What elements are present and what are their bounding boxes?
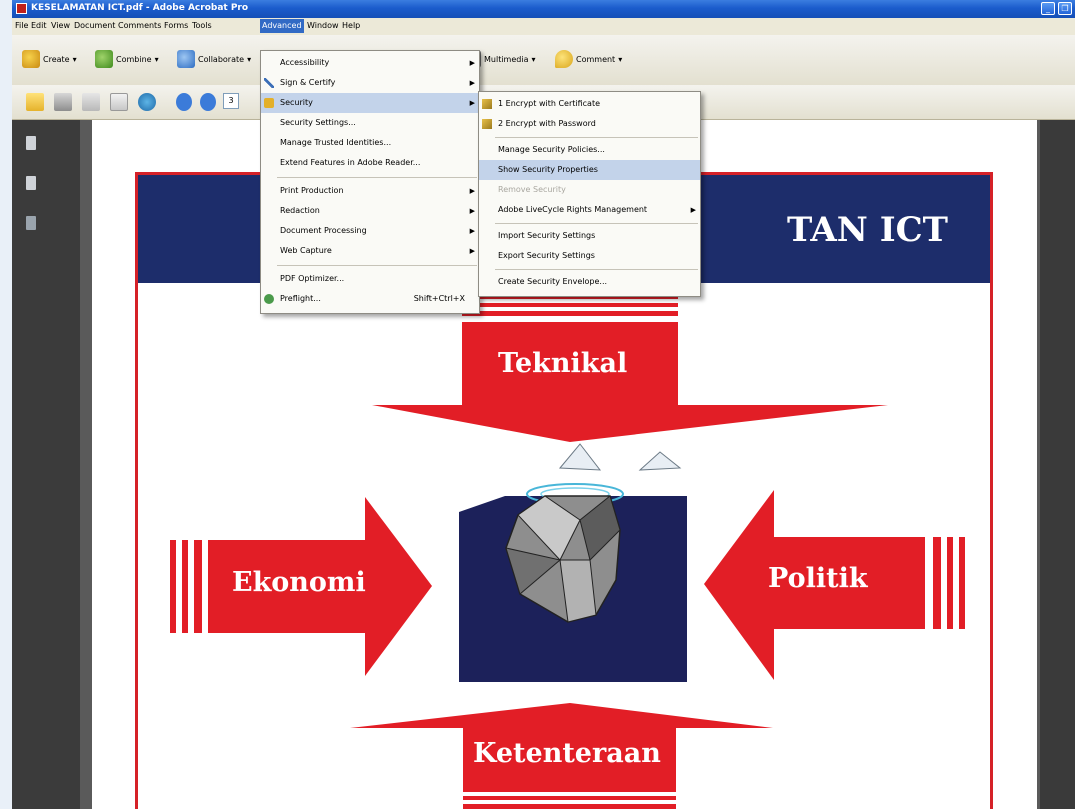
menu-item-label: Adobe LiveCycle Rights Management (498, 205, 648, 214)
menu-item-label: 2 Encrypt with Password (498, 119, 596, 128)
submenu-arrow-icon: ▶ (469, 99, 475, 107)
submenu-arrow-icon: ▶ (469, 59, 475, 67)
menu-item-label: Print Production (280, 186, 344, 195)
label-teknikal: Teknikal (498, 348, 628, 379)
menu-item-extend-features[interactable]: Extend Features in Adobe Reader... (261, 153, 479, 173)
menu-item-livecycle-rights[interactable]: Adobe LiveCycle Rights Management ▶ (479, 200, 700, 220)
menu-item-security[interactable]: Security ▶ (261, 93, 479, 113)
menu-item-label: 1 Encrypt with Certificate (498, 99, 601, 108)
menu-item-create-security-envelope[interactable]: Create Security Envelope... (479, 272, 700, 292)
label-ketenteraan: Ketenteraan (473, 738, 661, 769)
preflight-icon (264, 294, 274, 304)
menu-item-redaction[interactable]: Redaction ▶ (261, 201, 479, 221)
menu-separator (495, 223, 698, 224)
submenu-arrow-icon: ▶ (469, 247, 475, 255)
menu-item-label: Preflight... (280, 294, 321, 303)
submenu-arrow-icon: ▶ (690, 206, 696, 214)
top-arrow-teknikal (372, 295, 888, 442)
menu-item-pdf-optimizer[interactable]: PDF Optimizer... (261, 269, 479, 289)
menu-item-preflight[interactable]: Preflight... Shift+Ctrl+X (261, 289, 479, 309)
menu-item-label: Manage Trusted Identities... (280, 138, 392, 147)
menu-item-label: Import Security Settings (498, 231, 596, 240)
menu-item-manage-security-policies[interactable]: Manage Security Policies... (479, 140, 700, 160)
menu-separator (495, 269, 698, 270)
menu-item-sign-certify[interactable]: Sign & Certify ▶ (261, 73, 479, 93)
menu-item-accessibility[interactable]: Accessibility ▶ (261, 53, 479, 73)
menu-item-label: Manage Security Policies... (498, 145, 605, 154)
menu-item-label: Remove Security (498, 185, 566, 194)
menu-item-export-security-settings[interactable]: Export Security Settings (479, 246, 700, 266)
menu-item-label: Export Security Settings (498, 251, 595, 260)
label-ekonomi: Ekonomi (232, 567, 366, 598)
submenu-arrow-icon: ▶ (469, 227, 475, 235)
label-politik: Politik (768, 563, 868, 594)
iceberg-illustration (459, 443, 687, 682)
menu-item-security-settings[interactable]: Security Settings... (261, 113, 479, 133)
menu-item-label: Security Settings... (280, 118, 356, 127)
menu-item-document-processing[interactable]: Document Processing ▶ (261, 221, 479, 241)
submenu-arrow-icon: ▶ (469, 187, 475, 195)
lock-icon (264, 98, 274, 108)
menu-item-shortcut: Shift+Ctrl+X (413, 294, 465, 303)
menu-item-label: Redaction (280, 206, 320, 215)
certificate-icon (482, 99, 492, 109)
menu-item-label: Accessibility (280, 58, 330, 67)
menu-item-show-security-properties[interactable]: Show Security Properties (479, 160, 700, 180)
key-icon (482, 119, 492, 129)
menu-item-label: Extend Features in Adobe Reader... (280, 158, 421, 167)
menu-item-encrypt-certificate[interactable]: 1 Encrypt with Certificate (479, 94, 700, 114)
security-submenu: 1 Encrypt with Certificate 2 Encrypt wit… (478, 91, 701, 297)
menu-item-web-capture[interactable]: Web Capture ▶ (261, 241, 479, 261)
menu-item-import-security-settings[interactable]: Import Security Settings (479, 226, 700, 246)
menu-separator (277, 177, 477, 178)
menu-item-label: Document Processing (280, 226, 367, 235)
menu-item-label: Web Capture (280, 246, 332, 255)
advanced-menu: Accessibility ▶ Sign & Certify ▶ Security ▶… (260, 50, 480, 314)
menu-item-label: Show Security Properties (498, 165, 598, 174)
menu-item-label: Security (280, 98, 313, 107)
menu-item-manage-trusted-identities[interactable]: Manage Trusted Identities... (261, 133, 479, 153)
pen-icon (264, 78, 274, 88)
menu-item-label: Sign & Certify (280, 78, 336, 87)
menu-separator (495, 137, 698, 138)
menu-item-remove-security: Remove Security (479, 180, 700, 200)
submenu-arrow-icon: ▶ (469, 79, 475, 87)
menu-item-label: PDF Optimizer... (280, 274, 345, 283)
menu-item-label: Create Security Envelope... (498, 277, 608, 286)
menu-item-print-production[interactable]: Print Production ▶ (261, 181, 479, 201)
menu-item-encrypt-password[interactable]: 2 Encrypt with Password (479, 114, 700, 134)
menu-separator (277, 265, 477, 266)
submenu-arrow-icon: ▶ (469, 207, 475, 215)
